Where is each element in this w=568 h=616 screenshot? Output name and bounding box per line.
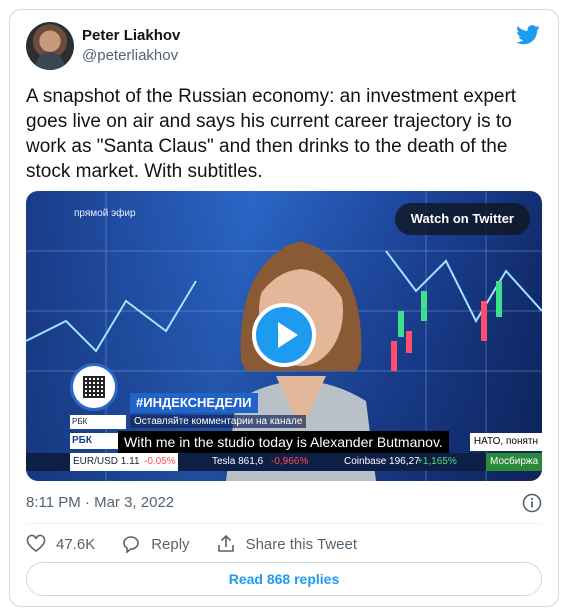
- heart-icon: [26, 534, 46, 552]
- video-subtitle: With me in the studio today is Alexander…: [118, 431, 449, 453]
- tweet-text: A snapshot of the Russian economy: an in…: [26, 86, 517, 182]
- ticker-tesla: Tesla 861,6: [212, 456, 264, 467]
- author-names: Peter Liakhov @peterliakhov: [82, 26, 180, 66]
- tweet-header: Peter Liakhov @peterliakhov: [26, 22, 180, 70]
- ticker-coinbase: Coinbase 196,27: [344, 456, 420, 467]
- read-replies-button[interactable]: Read 868 replies: [26, 562, 542, 596]
- divider: [26, 523, 542, 524]
- watch-on-twitter-button[interactable]: Watch on Twitter: [394, 203, 530, 235]
- reply-label: Reply: [151, 535, 190, 553]
- news-crawl: НАТО, понятн: [469, 433, 542, 451]
- action-bar: 47.6K Reply Share this Tweet: [26, 532, 383, 556]
- ticker-eur-change: -0.05%: [142, 453, 178, 471]
- qr-code-icon: [70, 363, 118, 411]
- like-count: 47.6K: [56, 535, 96, 553]
- reply-icon: [123, 536, 140, 554]
- broadcast-hashtag: #ИНДЕКСНЕДЕЛИ: [130, 393, 258, 413]
- comment-prompt: Оставляйте комментарии на канале: [130, 415, 307, 428]
- author-name[interactable]: Peter Liakhov: [82, 26, 180, 46]
- play-icon[interactable]: [252, 303, 316, 367]
- rbk-logo: РБК: [70, 433, 122, 449]
- ticker-tesla-change: -0,966%: [271, 456, 309, 467]
- video-player[interactable]: прямой эфир Watch on Twitter #ИНДЕКСНЕДЕ…: [26, 191, 542, 481]
- ticker-eur: EUR/USD 1.11: [70, 453, 143, 471]
- like-button[interactable]: 47.6K: [26, 534, 95, 554]
- reply-button[interactable]: Reply: [121, 534, 190, 554]
- author-handle[interactable]: @peterliakhov: [82, 46, 180, 66]
- ticker-coinbase-change: +1,165%: [417, 456, 457, 467]
- rbk-label: РБК Инвестиции: [70, 415, 126, 440]
- tweet-card: Peter Liakhov @peterliakhov A snapshot o…: [9, 9, 559, 607]
- twitter-bird-icon[interactable]: [516, 24, 540, 46]
- stock-ticker: EUR/USD 1.11 -0.05% Tesla 861,6 -0,966% …: [26, 453, 542, 471]
- info-icon[interactable]: [522, 493, 542, 513]
- tweet-timestamp[interactable]: 8:11 PM · Mar 3, 2022: [26, 493, 174, 513]
- avatar[interactable]: [26, 22, 74, 70]
- live-label: прямой эфир: [74, 208, 136, 219]
- share-icon: [217, 534, 234, 552]
- ticker-moscow-exchange: Мосбиржа: [486, 453, 542, 471]
- share-label: Share this Tweet: [245, 535, 358, 553]
- share-button[interactable]: Share this Tweet: [216, 534, 357, 554]
